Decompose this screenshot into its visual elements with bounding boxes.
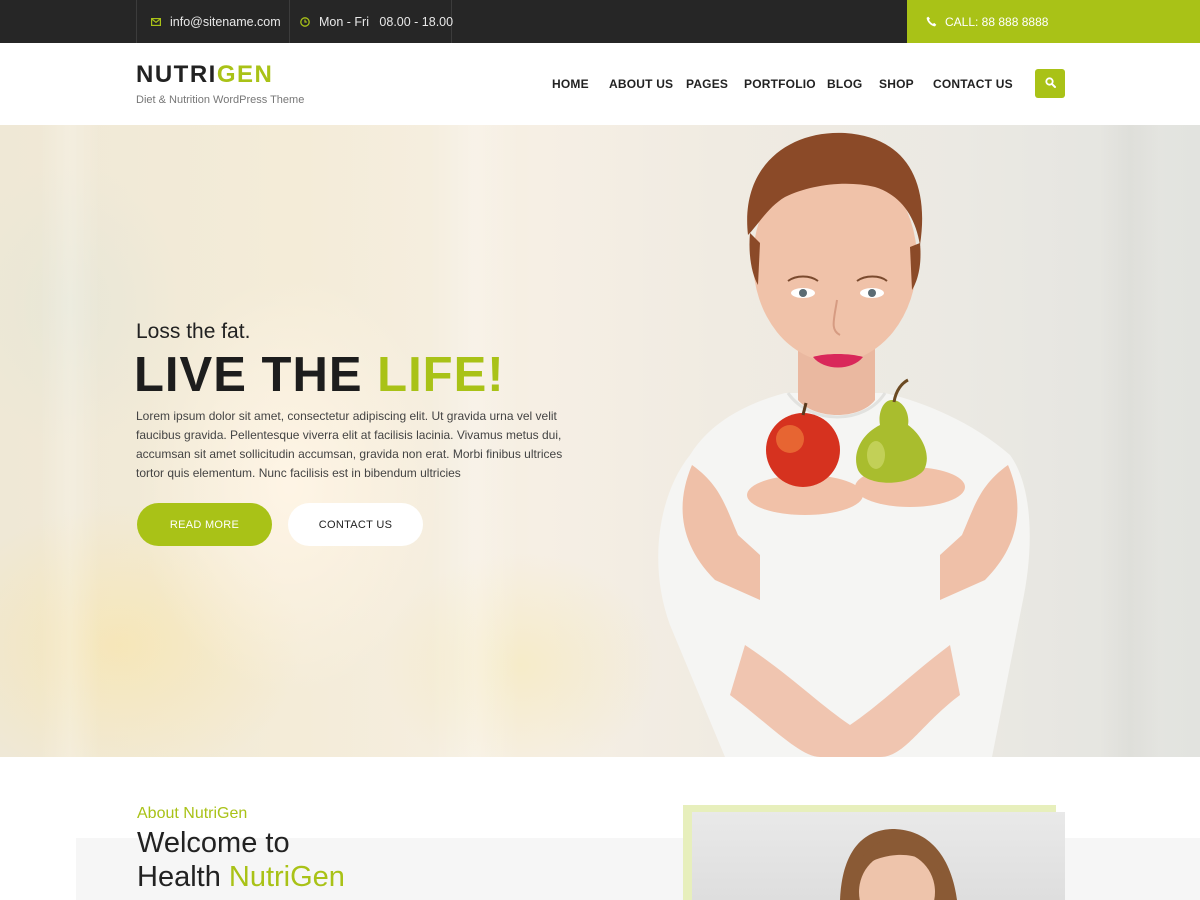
site-logo[interactable]: NUTRIGEN (136, 63, 273, 87)
top-bar: info@sitename.com Mon - Fri 08.00 - 18.0… (0, 0, 1200, 43)
topbar-email-text: info@sitename.com (170, 14, 281, 29)
search-icon (1044, 75, 1056, 93)
hero-bg-blur (40, 125, 100, 757)
phone-icon (926, 16, 937, 27)
read-more-button[interactable]: READ MORE (137, 503, 272, 546)
hero-title: LIVE THE LIFE! (134, 347, 505, 403)
nav-about-us[interactable]: ABOUT US (609, 77, 673, 93)
about-title-line2-accent: NutriGen (228, 861, 345, 893)
topbar-call-text: CALL: 88 888 8888 (945, 14, 1049, 29)
nav-home[interactable]: HOME (552, 77, 589, 93)
hero-title-main: LIVE THE (134, 348, 378, 402)
nav-pages[interactable]: PAGES (686, 77, 728, 93)
about-eyebrow: About NutriGen (137, 805, 248, 822)
nav-portfolio[interactable]: PORTFOLIO (744, 77, 816, 93)
about-woman-image (840, 829, 957, 900)
contact-us-button[interactable]: CONTACT US (288, 503, 423, 546)
envelope-icon (151, 17, 161, 26)
about-title-line1: Welcome to (137, 827, 290, 859)
logo-main: NUTRI (136, 61, 217, 88)
hero-woman-image (658, 132, 1030, 757)
nav-blog[interactable]: BLOG (827, 77, 862, 93)
hero-description: Lorem ipsum dolor sit amet, consectetur … (136, 409, 563, 480)
hero-bg-blur (1100, 125, 1160, 757)
clock-icon (300, 16, 310, 27)
topbar-hours: Mon - Fri 08.00 - 18.00 (289, 0, 454, 43)
hero-title-accent: LIFE! (377, 348, 505, 402)
topbar-email[interactable]: info@sitename.com (136, 0, 290, 43)
nav-contact-us[interactable]: CONTACT US (933, 77, 1013, 93)
topbar-hours-text: Mon - Fri 08.00 - 18.00 (319, 14, 454, 29)
nav-shop[interactable]: SHOP (879, 77, 914, 93)
topbar-call[interactable]: CALL: 88 888 8888 (907, 0, 1200, 43)
hero-subtitle: Loss the fat. (136, 320, 251, 343)
hero-section: Loss the fat. LIVE THE LIFE! Lorem ipsum… (0, 125, 1200, 757)
logo-accent: GEN (216, 61, 274, 88)
about-image (692, 812, 1065, 900)
about-title-line2-main: Health (137, 861, 229, 893)
site-tagline: Diet & Nutrition WordPress Theme (136, 94, 305, 106)
search-button[interactable] (1035, 69, 1065, 98)
site-header: NUTRIGEN Diet & Nutrition WordPress Them… (0, 43, 1200, 125)
about-title: Welcome to Health NutriGen (137, 826, 345, 894)
about-title-line2: Health NutriGen (137, 860, 345, 894)
